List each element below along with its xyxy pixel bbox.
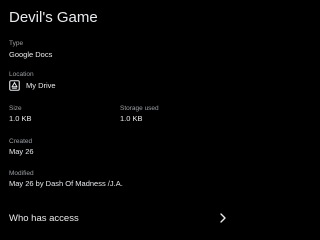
type-value: Google Docs bbox=[9, 50, 53, 59]
created-label: Created bbox=[9, 138, 33, 145]
who-has-access-label: Who has access bbox=[9, 213, 79, 224]
modified-label: Modified bbox=[9, 170, 34, 177]
modified-value: May 26 by Dash Of Madness /J.A. bbox=[9, 179, 123, 188]
size-label: Size bbox=[9, 105, 22, 112]
chevron-right-icon bbox=[219, 213, 227, 223]
type-label: Type bbox=[9, 40, 24, 47]
location-label: Location bbox=[9, 71, 34, 78]
location-value[interactable]: My Drive bbox=[26, 81, 56, 90]
storage-used-value: 1.0 KB bbox=[120, 114, 143, 123]
storage-used-label: Storage used bbox=[120, 105, 159, 112]
who-has-access-row[interactable]: Who has access bbox=[0, 208, 240, 228]
drive-folder-icon bbox=[9, 80, 20, 91]
created-value: May 26 bbox=[9, 147, 34, 156]
file-title: Devil's Game bbox=[9, 9, 98, 26]
size-value: 1.0 KB bbox=[9, 114, 32, 123]
